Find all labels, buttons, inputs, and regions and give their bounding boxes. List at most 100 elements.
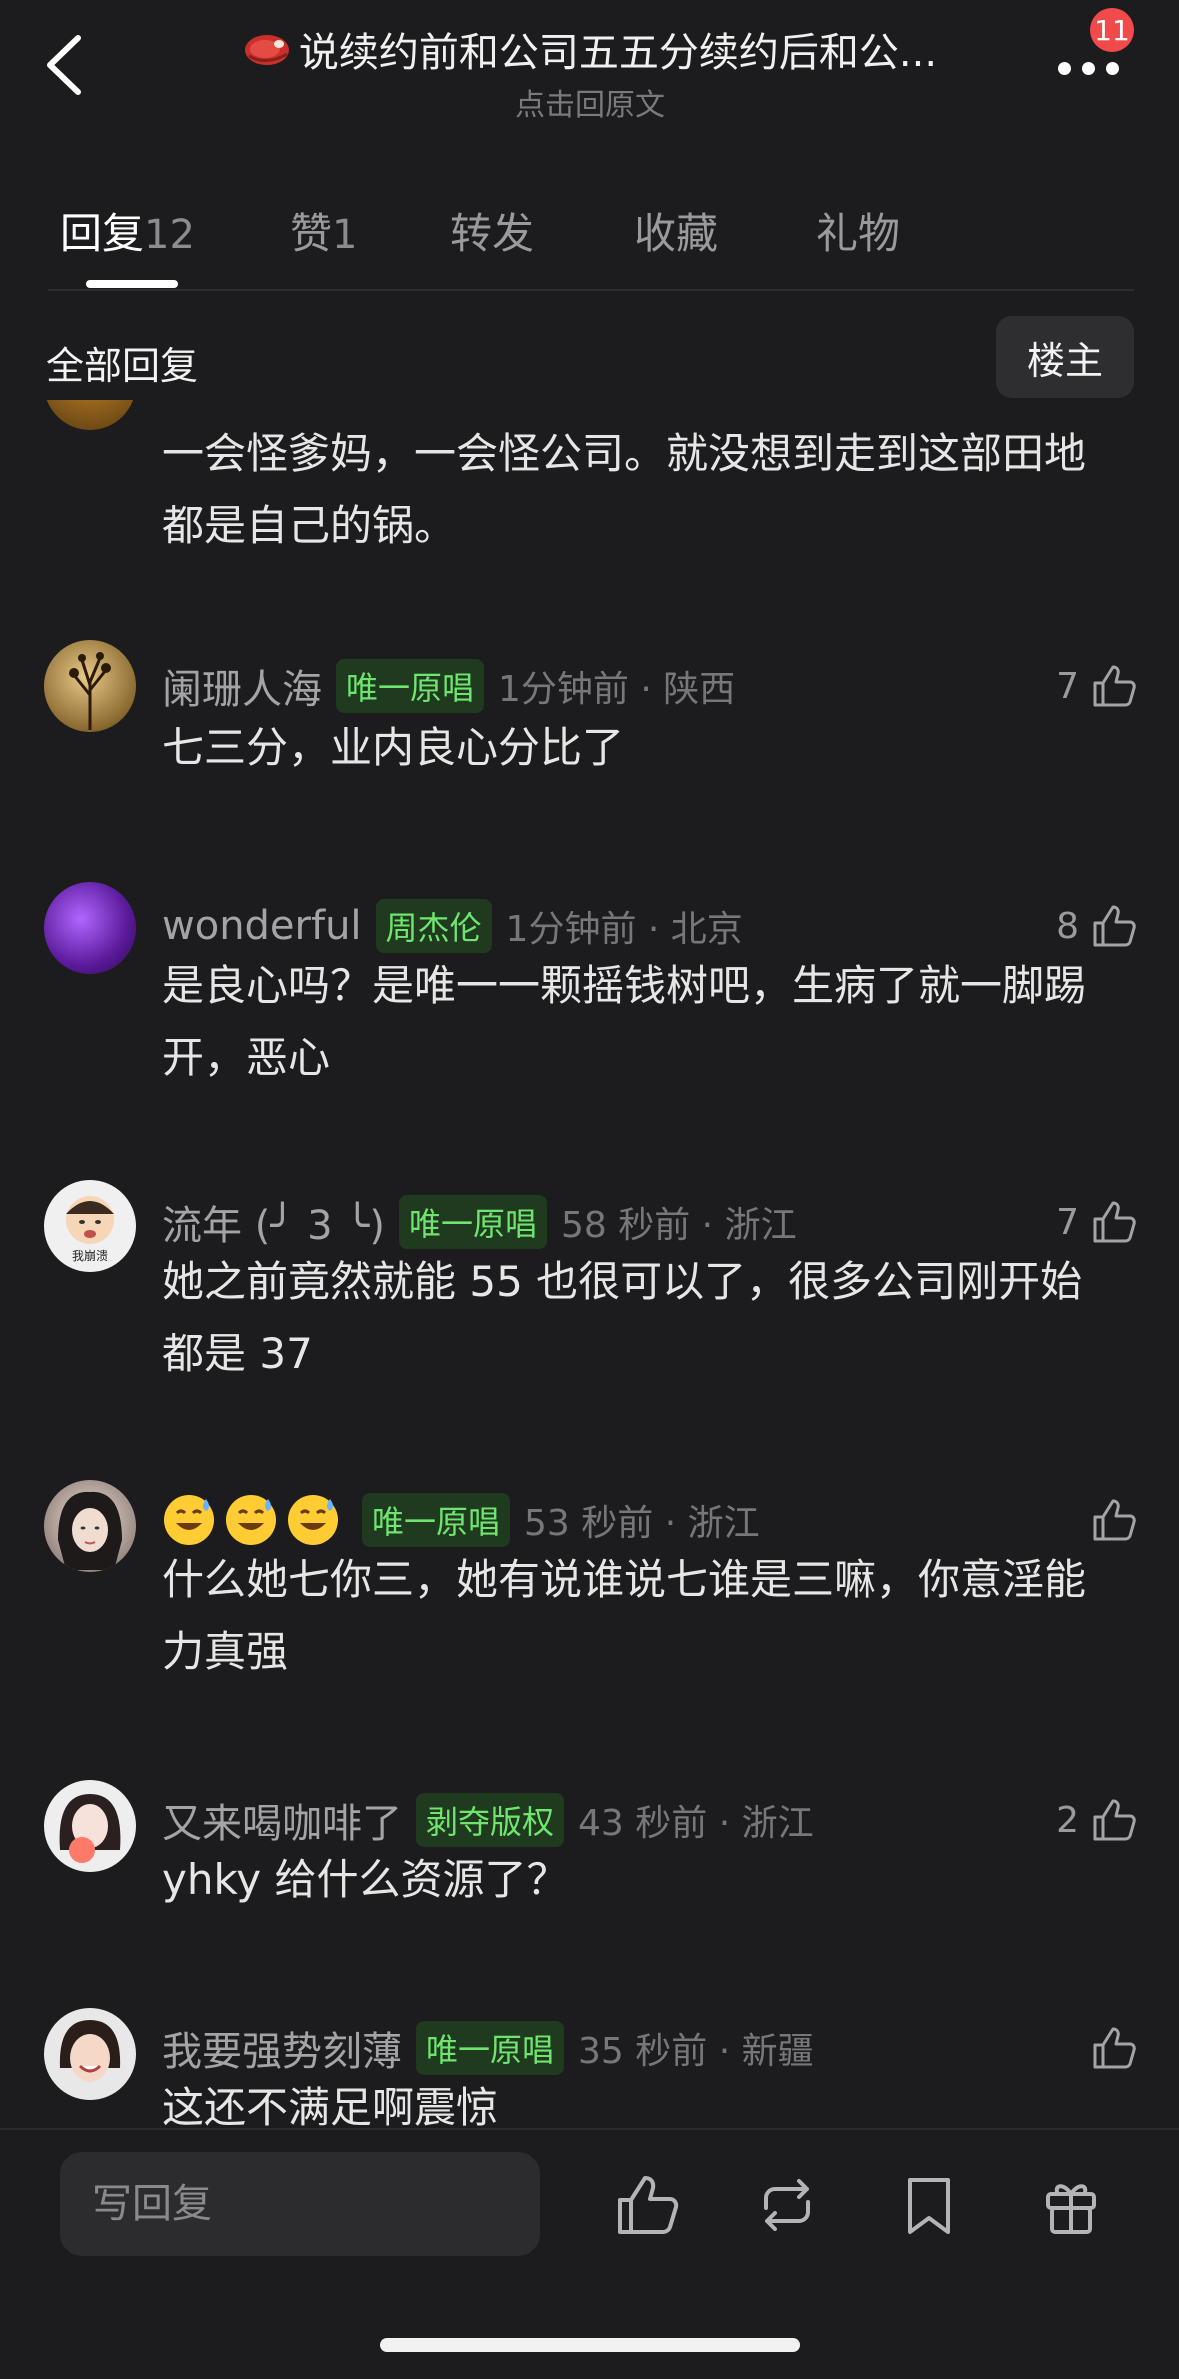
active-tab-indicator <box>86 280 178 288</box>
thumbs-up-icon <box>618 2176 679 2234</box>
thumbs-up-icon <box>1093 1499 1136 1541</box>
username[interactable]: 又来喝咖啡了 <box>162 1791 402 1849</box>
username[interactable]: 阑珊人海 <box>162 657 322 715</box>
username[interactable]: 流年 (╯ 3 ╰) <box>162 1193 385 1251</box>
sweat-smile-emoji-icon <box>164 1495 214 1545</box>
op-only-button[interactable]: 楼主 <box>996 316 1134 398</box>
avatar[interactable] <box>44 1480 136 1572</box>
tab-label: 赞 <box>290 209 333 258</box>
tab-label: 礼物 <box>816 209 901 258</box>
avatar[interactable] <box>44 640 136 732</box>
like-button[interactable] <box>1089 2018 1139 2078</box>
post-title: 说续约前和公司五五分续约后和公... <box>200 20 980 78</box>
timestamp-location: 1分钟前 · 北京 <box>505 909 743 950</box>
thumbs-up-icon <box>1093 905 1136 947</box>
username-emoji-row[interactable] <box>162 1493 348 1547</box>
comment-text: 这还不满足啊震惊 <box>162 2083 499 2128</box>
top-bar: 说续约前和公司五五分续约后和公... 点击回原文 11 <box>0 0 1179 150</box>
username[interactable]: 我要强势刻薄 <box>162 2019 402 2077</box>
comment-list[interactable]: 一会怪爹妈，一会怪公司。就没想到走到这部田地都是自己的锅。 阑珊人海 唯一原唱 … <box>0 400 1179 2128</box>
tab-label: 收藏 <box>634 209 719 258</box>
divider <box>0 2128 1179 2130</box>
tab-bar: 回复12 赞1 转发 收藏 礼物 <box>0 190 1179 290</box>
like-count: 2 <box>1056 1799 1079 1841</box>
post-title-text: 说续约前和公司五五分续约后和公... <box>298 30 938 76</box>
like-button[interactable]: 2 <box>1056 1790 1139 1850</box>
tab-label: 转发 <box>450 209 535 258</box>
fan-badge: 剥夺版权 <box>416 1793 565 1847</box>
chevron-left-icon <box>47 35 81 95</box>
plant-silhouette-icon <box>69 652 111 730</box>
tab-label: 回复 <box>60 209 145 258</box>
meat-icon <box>244 35 289 65</box>
like-button[interactable]: 8 <box>1056 896 1139 956</box>
timestamp-location: 53 秒前 · 浙江 <box>524 1503 760 1544</box>
repost-icon <box>764 2179 810 2231</box>
avatar[interactable] <box>44 882 136 974</box>
back-button[interactable] <box>40 30 90 100</box>
avatar[interactable] <box>44 400 136 430</box>
avatar[interactable] <box>44 1780 136 1872</box>
back-to-original-link[interactable]: 点击回原文 <box>200 80 980 124</box>
like-count: 7 <box>1056 665 1079 707</box>
reply-input[interactable] <box>60 2152 540 2256</box>
comment-header: wonderful 周杰伦 1分钟前 · 北京 <box>162 896 743 956</box>
timestamp-location: 58 秒前 · 浙江 <box>560 1205 797 1246</box>
tab-count: 1 <box>332 212 358 258</box>
fan-badge: 周杰伦 <box>375 899 492 953</box>
comment-header: 流年 (╯ 3 ╰) 唯一原唱 58 秒前 · 浙江 <box>162 1192 797 1252</box>
bookmark-icon <box>908 2178 950 2234</box>
timestamp-location: 43 秒前 · 浙江 <box>578 1803 814 1844</box>
crying-baby-avatar-icon: 我崩溃 <box>66 1196 114 1263</box>
home-indicator[interactable] <box>380 2338 800 2352</box>
tab-replies[interactable]: 回复12 <box>60 200 195 261</box>
comment-text: 是良心吗？是唯一一颗摇钱树吧，生病了就一脚踢开，恶心 <box>162 961 1087 1082</box>
all-replies-heading: 全部回复 <box>46 344 199 388</box>
fan-badge: 唯一原唱 <box>362 1493 511 1547</box>
fan-badge: 唯一原唱 <box>336 659 485 713</box>
divider <box>48 289 1134 291</box>
thumbs-up-icon <box>1093 1201 1136 1243</box>
like-button[interactable] <box>1089 1490 1139 1550</box>
username[interactable]: wonderful <box>162 903 362 949</box>
comment-header: 我要强势刻薄 唯一原唱 35 秒前 · 新疆 <box>162 2018 814 2078</box>
like-button[interactable]: 7 <box>1056 656 1139 716</box>
comment-text: 七三分，业内良心分比了 <box>162 723 625 772</box>
thumbs-up-icon <box>1093 1799 1136 1841</box>
smiling-woman-icon <box>59 2020 121 2082</box>
tab-gifts[interactable]: 礼物 <box>816 200 900 261</box>
girl-with-peach-icon <box>59 1794 121 1863</box>
tab-favorites[interactable]: 收藏 <box>634 200 718 261</box>
gift-button[interactable] <box>1036 2170 1106 2240</box>
tab-count: 12 <box>144 212 195 258</box>
bookmark-button[interactable] <box>894 2170 964 2240</box>
avatar-caption: 我崩溃 <box>72 1249 108 1263</box>
thumbs-up-icon <box>1093 2027 1136 2069</box>
tab-likes[interactable]: 赞1 <box>290 200 357 261</box>
like-post-button[interactable] <box>612 2170 682 2240</box>
gift-icon <box>1046 2184 1096 2234</box>
avatar[interactable] <box>44 2008 136 2100</box>
comment-text: 什么她七你三，她有说谁说七谁是三嘛，你意淫能力真强 <box>162 1555 1087 1676</box>
girl-portrait-icon <box>58 1491 122 1570</box>
thumbs-up-icon <box>1093 665 1136 707</box>
post-title-area[interactable]: 说续约前和公司五五分续约后和公... 点击回原文 <box>200 20 980 124</box>
like-button[interactable]: 7 <box>1056 1192 1139 1252</box>
avatar[interactable]: 我崩溃 <box>44 1180 136 1272</box>
sweat-smile-emoji-icon <box>226 1495 276 1545</box>
comment-header: 阑珊人海 唯一原唱 1分钟前 · 陕西 <box>162 656 735 716</box>
comment-text: 一会怪爹妈，一会怪公司。就没想到走到这部田地都是自己的锅。 <box>162 429 1087 550</box>
like-count: 8 <box>1056 905 1079 947</box>
fan-badge: 唯一原唱 <box>416 2021 565 2075</box>
comment-header: 唯一原唱 53 秒前 · 浙江 <box>162 1490 760 1550</box>
notification-badge: 11 <box>1090 8 1134 52</box>
comment-text: yhky 给什么资源了？ <box>162 1855 569 1904</box>
sweat-smile-emoji-icon <box>288 1495 338 1545</box>
more-button[interactable] <box>1050 40 1140 90</box>
comment-text: 她之前竟然就能 55 也很可以了，很多公司刚开始都是 37 <box>162 1257 1083 1378</box>
repost-button[interactable] <box>752 2170 822 2240</box>
like-count: 7 <box>1056 1201 1079 1243</box>
tab-reposts[interactable]: 转发 <box>450 200 534 261</box>
timestamp-location: 35 秒前 · 新疆 <box>578 2031 814 2072</box>
comment-header: 又来喝咖啡了 剥夺版权 43 秒前 · 浙江 <box>162 1790 814 1850</box>
